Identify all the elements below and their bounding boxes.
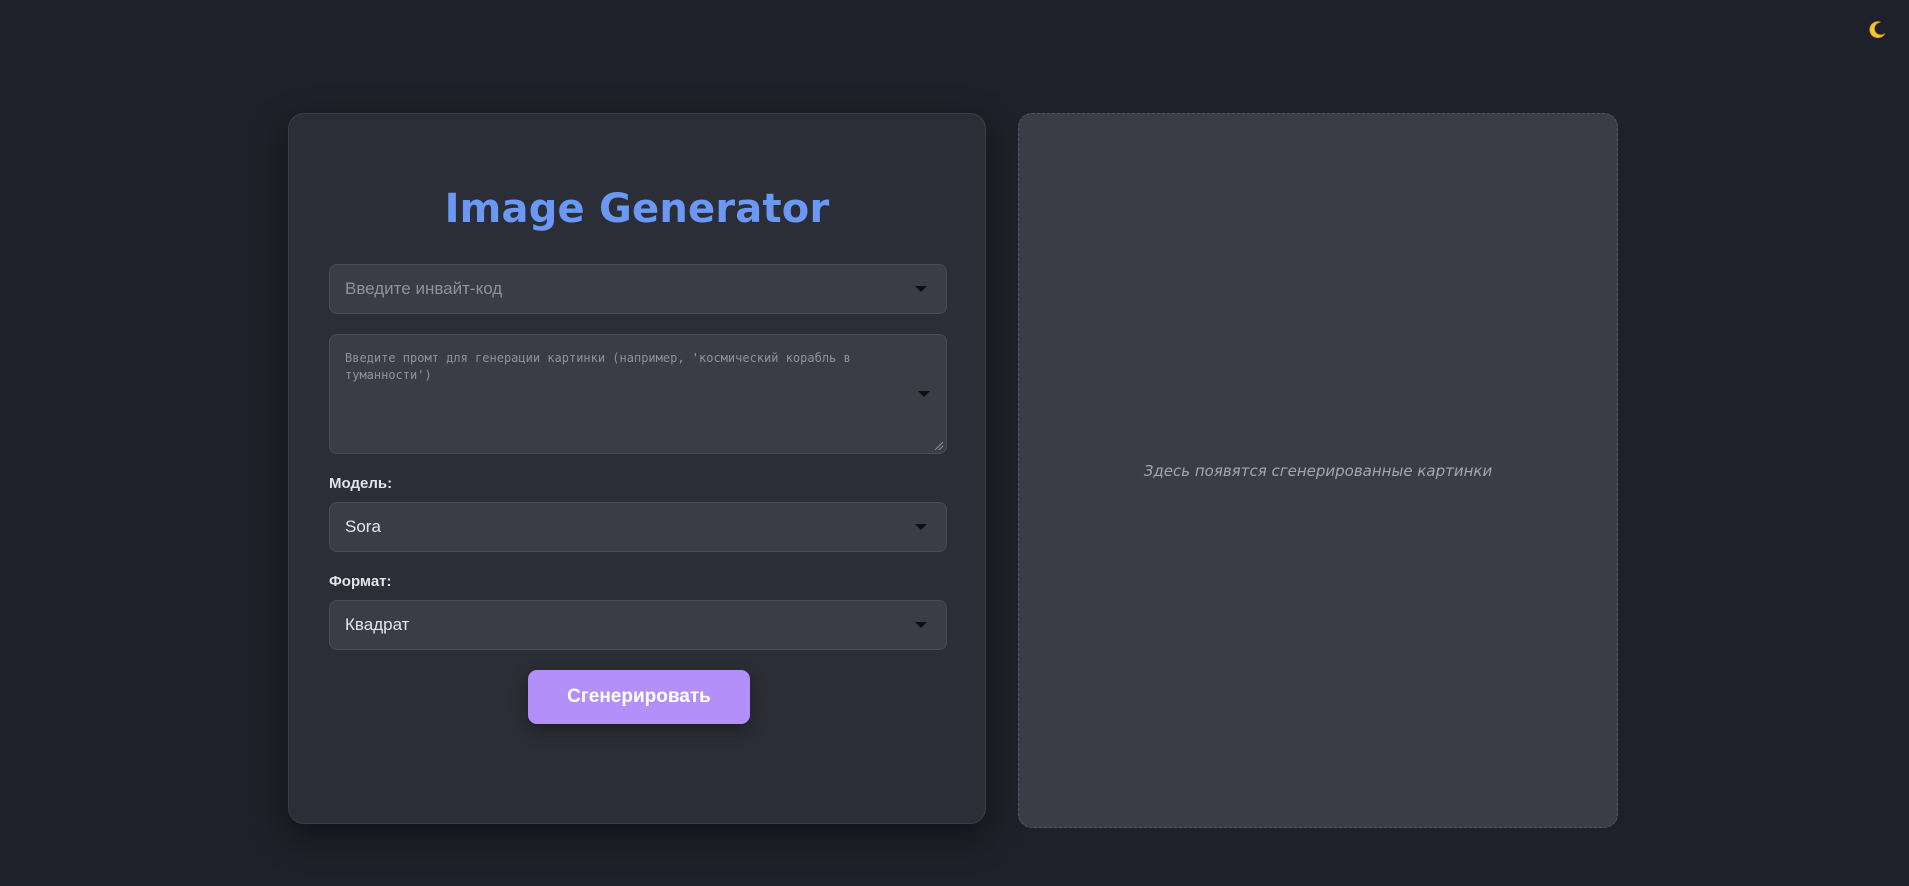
resize-handle[interactable] [935,442,943,450]
prompt-input[interactable] [330,335,946,453]
chevron-down-icon [915,524,927,530]
model-selected-value: Sora [345,517,381,536]
chevron-down-icon [915,286,927,292]
invite-code-select[interactable]: Введите инвайт-код [329,264,947,314]
preview-empty-text: Здесь появятся сгенерированные картинки [1143,461,1493,480]
chevron-down-icon[interactable] [918,391,930,397]
chevron-down-icon [915,622,927,628]
invite-code-placeholder: Введите инвайт-код [345,279,503,298]
model-label: Модель: [329,475,393,492]
prompt-field [329,334,947,454]
moon-icon [1869,21,1886,39]
image-preview-area: Здесь появятся сгенерированные картинки [1018,113,1618,828]
theme-toggle-button[interactable] [1863,16,1891,44]
format-selected-value: Квадрат [345,615,410,634]
format-label: Формат: [329,573,392,590]
model-select[interactable]: Sora [329,502,947,552]
generator-form-card: Image Generator Введите инвайт-код Модел… [288,113,986,824]
generate-button[interactable]: Сгенерировать [528,670,750,724]
format-select[interactable]: Квадрат [329,600,947,650]
page: Image Generator Введите инвайт-код Модел… [0,0,1909,886]
page-title: Image Generator [444,186,830,232]
